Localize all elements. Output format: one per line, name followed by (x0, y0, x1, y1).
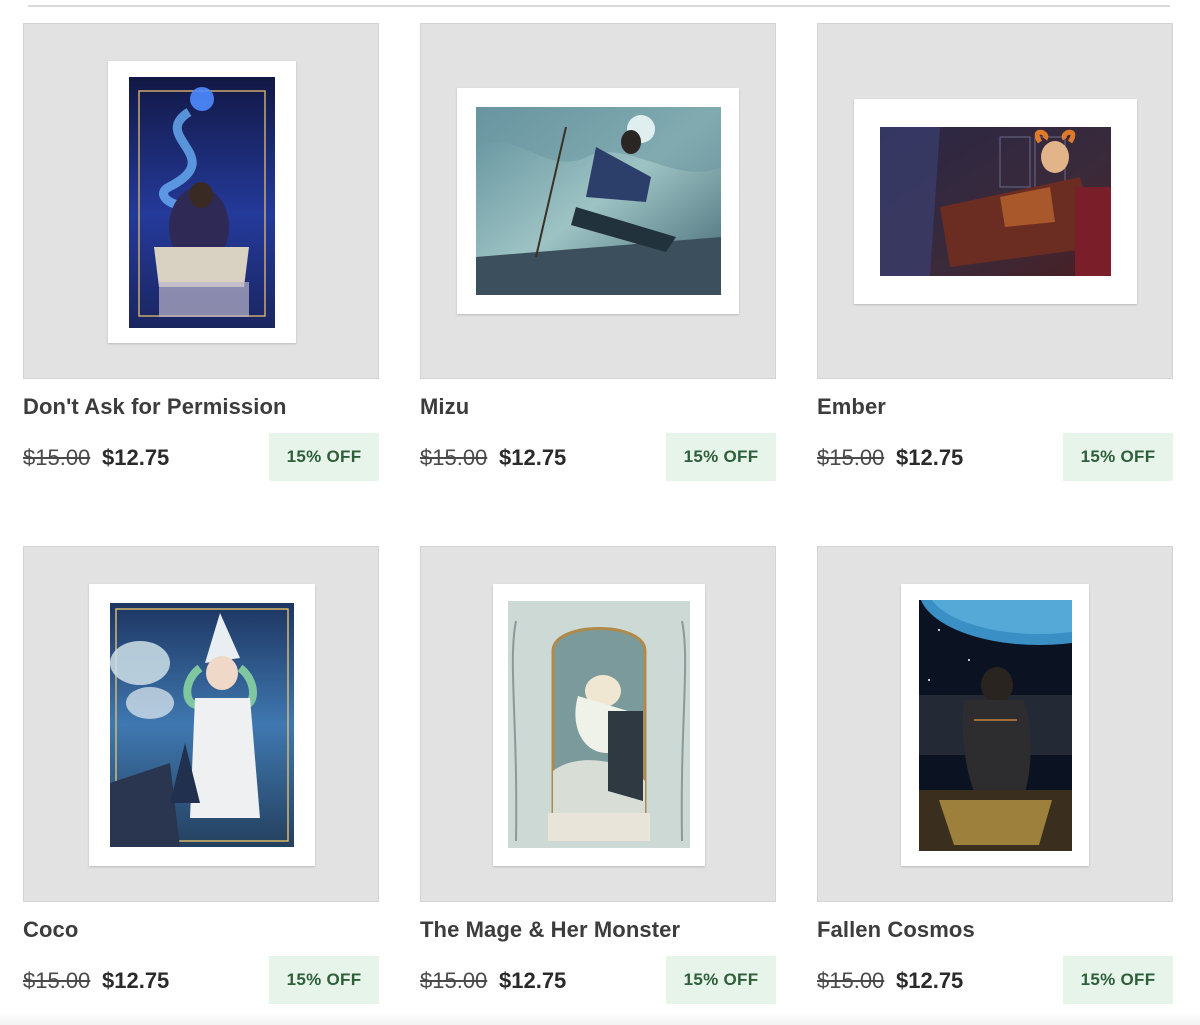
product-card[interactable]: Mizu $15.00 $12.75 15% OFF (420, 23, 776, 481)
sale-price: $12.75 (896, 968, 964, 993)
original-price: $15.00 (817, 445, 885, 470)
print-mat (901, 584, 1089, 866)
product-thumbnail[interactable] (817, 546, 1173, 902)
product-thumbnail[interactable] (23, 23, 379, 379)
product-title[interactable]: The Mage & Her Monster (420, 917, 680, 943)
print-mat (89, 584, 315, 866)
product-artwork (110, 603, 294, 847)
product-grid-page: Don't Ask for Permission $15.00 $12.75 1… (0, 0, 1200, 1025)
print-mat (854, 99, 1137, 304)
product-card[interactable]: Fallen Cosmos $15.00 $12.75 15% OFF (817, 546, 1173, 1004)
discount-badge: 15% OFF (666, 433, 776, 481)
product-title[interactable]: Ember (817, 394, 886, 420)
product-card[interactable]: Don't Ask for Permission $15.00 $12.75 1… (23, 23, 379, 481)
sale-price: $12.75 (102, 968, 170, 993)
product-artwork (880, 127, 1111, 276)
product-artwork (476, 107, 721, 295)
print-mat (457, 88, 739, 314)
price-row: $15.00 $12.75 15% OFF (23, 433, 379, 483)
product-artwork (129, 77, 275, 328)
price-row: $15.00 $12.75 15% OFF (817, 956, 1173, 1006)
product-card[interactable]: Ember $15.00 $12.75 15% OFF (817, 23, 1173, 481)
product-thumbnail[interactable] (817, 23, 1173, 379)
discount-badge: 15% OFF (269, 956, 379, 1004)
product-title[interactable]: Coco (23, 917, 78, 943)
product-thumbnail[interactable] (23, 546, 379, 902)
product-title[interactable]: Don't Ask for Permission (23, 394, 287, 420)
product-title[interactable]: Mizu (420, 394, 469, 420)
discount-badge: 15% OFF (269, 433, 379, 481)
discount-badge: 15% OFF (1063, 956, 1173, 1004)
product-thumbnail[interactable] (420, 23, 776, 379)
price-row: $15.00 $12.75 15% OFF (420, 433, 776, 483)
discount-badge: 15% OFF (1063, 433, 1173, 481)
print-mat (493, 584, 705, 866)
product-card[interactable]: Coco $15.00 $12.75 15% OFF (23, 546, 379, 1004)
original-price: $15.00 (420, 445, 488, 470)
original-price: $15.00 (23, 445, 91, 470)
price-row: $15.00 $12.75 15% OFF (420, 956, 776, 1006)
product-artwork (508, 601, 690, 848)
price-row: $15.00 $12.75 15% OFF (817, 433, 1173, 483)
product-artwork (919, 600, 1072, 851)
discount-badge: 15% OFF (666, 956, 776, 1004)
sale-price: $12.75 (499, 968, 567, 993)
sale-price: $12.75 (896, 445, 964, 470)
sale-price: $12.75 (102, 445, 170, 470)
product-thumbnail[interactable] (420, 546, 776, 902)
print-mat (108, 61, 296, 343)
product-title[interactable]: Fallen Cosmos (817, 917, 975, 943)
original-price: $15.00 (420, 968, 488, 993)
price-row: $15.00 $12.75 15% OFF (23, 956, 379, 1006)
product-card[interactable]: The Mage & Her Monster $15.00 $12.75 15%… (420, 546, 776, 1004)
top-divider (28, 5, 1170, 7)
original-price: $15.00 (23, 968, 91, 993)
bottom-fade (0, 1013, 1200, 1025)
original-price: $15.00 (817, 968, 885, 993)
sale-price: $12.75 (499, 445, 567, 470)
